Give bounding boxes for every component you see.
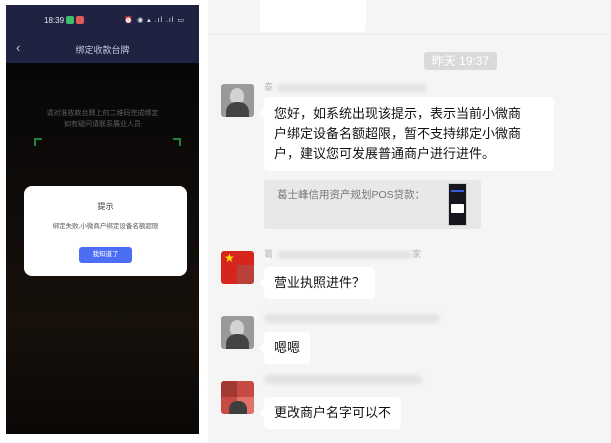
avatar[interactable] — [221, 381, 254, 414]
divider — [208, 34, 611, 35]
sender-name-blur — [277, 250, 413, 259]
nav-title: 绑定收款台牌 — [75, 45, 130, 55]
sender-name-blur — [264, 314, 440, 323]
quoted-image-thumbnail[interactable] — [448, 183, 467, 226]
phone-screenshot: 18:39 ⏰ ◉ ▴ .ıl .ıl ▭ ‹ 绑定收款台牌 请对准收款台牌上的… — [6, 5, 199, 434]
quoted-message[interactable]: 葛士峰信用资产规划POS贷款： — [264, 180, 481, 229]
star-icon: ★ — [224, 251, 235, 265]
chat-timestamp: 昨天 19:37 — [424, 52, 497, 70]
message-line: 您好，如系统出现该提示，表示当前小微商 — [274, 106, 522, 121]
message-line: 户绑定设备名额超限，暂不支持绑定小微商 — [274, 126, 522, 141]
dialog-message: 绑定失败,小微商户绑定设备名额超限 — [52, 223, 159, 230]
sender-name-blur — [264, 375, 422, 384]
dialog-title: 提示 — [97, 202, 114, 211]
message-bubble[interactable]: 更改商户名字可以不 — [258, 397, 402, 429]
dialog-ok-button[interactable]: 我知道了 — [79, 247, 132, 263]
sender-name: 葛家 — [264, 249, 422, 259]
app-notification-icon — [76, 16, 84, 24]
previous-message-bubble — [260, 0, 366, 32]
sender-name-blur — [277, 83, 428, 92]
sender-name: 泰 — [264, 80, 428, 92]
screenshot-root: 18:39 ⏰ ◉ ▴ .ıl .ıl ▭ ‹ 绑定收款台牌 请对准收款台牌上的… — [0, 0, 611, 443]
message-bubble[interactable]: 营业执照进件？ — [258, 267, 376, 299]
nav-bar: ‹ 绑定收款台牌 — [6, 35, 199, 63]
alert-dialog: 提示 绑定失败,小微商户绑定设备名额超限 我知道了 — [24, 186, 187, 276]
chat-panel: 昨天 19:37 泰 您好，如系统出现该提示，表示当前小微商 户绑定设备名额超限… — [208, 0, 611, 443]
status-bar: 18:39 ⏰ ◉ ▴ .ıl .ıl ▭ — [6, 5, 199, 35]
wechat-notification-icon — [66, 16, 74, 24]
message-bubble[interactable]: 嗯嗯 — [258, 332, 311, 364]
status-time: 18:39 — [44, 16, 65, 25]
avatar[interactable] — [221, 84, 254, 117]
message-line: 户，建议您可发展普通商户进行进件。 — [274, 146, 496, 161]
avatar[interactable]: ★ — [221, 251, 254, 284]
message-bubble[interactable]: 您好，如系统出现该提示，表示当前小微商 户绑定设备名额超限，暂不支持绑定小微商 … — [259, 97, 554, 171]
quoted-message-text: 葛士峰信用资产规划POS贷款： — [277, 189, 426, 201]
system-status-icons: ⏰ ◉ ▴ .ıl .ıl ▭ — [124, 17, 185, 24]
avatar[interactable] — [221, 316, 254, 349]
